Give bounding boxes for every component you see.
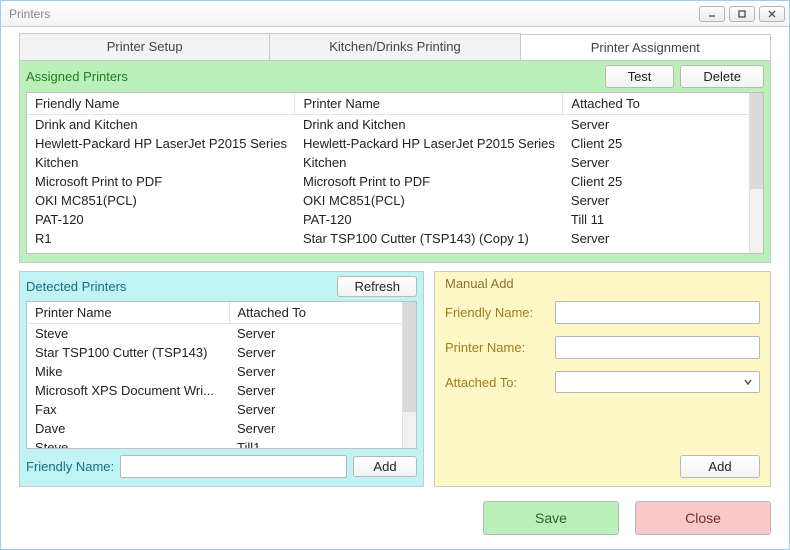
manual-attached-select[interactable] — [555, 371, 760, 393]
assigned-scrollbar[interactable] — [749, 93, 763, 253]
assigned-header-row: Friendly Name Printer Name Attached To — [27, 93, 763, 115]
detected-friendly-input[interactable] — [120, 455, 347, 478]
manual-friendly-row: Friendly Name: — [445, 301, 760, 324]
detected-printers-panel: Detected Printers Refresh Printer Name A… — [19, 271, 424, 487]
assigned-printers-panel: Assigned Printers Test Delete Friendly N… — [19, 60, 771, 263]
manual-printer-row: Printer Name: — [445, 336, 760, 359]
table-row[interactable]: SteveTill1 — [27, 438, 416, 449]
scrollbar-thumb[interactable] — [750, 93, 763, 189]
refresh-button[interactable]: Refresh — [337, 276, 417, 297]
window-title: Printers — [5, 7, 699, 21]
detected-footer: Friendly Name: Add — [26, 455, 417, 478]
col-friendly-name[interactable]: Friendly Name — [27, 93, 295, 115]
col-detected-printer[interactable]: Printer Name — [27, 302, 229, 324]
col-printer-name[interactable]: Printer Name — [295, 93, 563, 115]
lower-row: Detected Printers Refresh Printer Name A… — [19, 271, 771, 487]
table-row[interactable]: SteveServer — [27, 324, 416, 344]
detected-header-row: Printer Name Attached To — [27, 302, 416, 324]
table-row[interactable]: Microsoft Print to PDFMicrosoft Print to… — [27, 172, 763, 191]
close-button[interactable]: Close — [635, 501, 771, 535]
bottom-buttons: Save Close — [19, 501, 771, 535]
detected-table[interactable]: Printer Name Attached To SteveServer Sta… — [27, 302, 416, 449]
table-row[interactable]: PAT-120PAT-120Till 11 — [27, 210, 763, 229]
table-row[interactable]: Hewlett-Packard HP LaserJet P2015 Series… — [27, 134, 763, 153]
manual-footer: Add — [445, 455, 760, 478]
table-row[interactable]: Drink and KitchenDrink and KitchenServer — [27, 115, 763, 135]
manual-printer-input[interactable] — [555, 336, 760, 359]
tab-bar: Printer Setup Kitchen/Drinks Printing Pr… — [19, 33, 771, 60]
detected-header: Detected Printers Refresh — [26, 276, 417, 297]
manual-add-panel: Manual Add Friendly Name: Printer Name: … — [434, 271, 771, 487]
detected-friendly-label: Friendly Name: — [26, 459, 114, 474]
tab-printer-setup[interactable]: Printer Setup — [19, 33, 270, 60]
manual-attached-row: Attached To: — [445, 371, 760, 393]
content-area: Printer Setup Kitchen/Drinks Printing Pr… — [1, 27, 789, 549]
table-row[interactable]: Star TSP100 Cutter (TSP143)Server — [27, 343, 416, 362]
table-row[interactable]: FaxServer — [27, 400, 416, 419]
manual-label: Manual Add — [445, 276, 760, 291]
table-row[interactable]: KitchenKitchenServer — [27, 153, 763, 172]
test-button[interactable]: Test — [605, 65, 675, 88]
col-attached-to[interactable]: Attached To — [563, 93, 763, 115]
titlebar: Printers — [1, 1, 789, 27]
window-controls — [699, 6, 785, 22]
manual-friendly-label: Friendly Name: — [445, 305, 545, 320]
tab-kitchen-drinks[interactable]: Kitchen/Drinks Printing — [270, 33, 520, 60]
maximize-button[interactable] — [729, 6, 755, 22]
tab-printer-assignment[interactable]: Printer Assignment — [521, 34, 771, 61]
table-row[interactable]: OKI MC851(PCL)OKI MC851(PCL)Server — [27, 191, 763, 210]
table-row[interactable]: Microsoft XPS Document Wri...Server — [27, 381, 416, 400]
table-row[interactable]: DaveServer — [27, 419, 416, 438]
assigned-table-wrap: Friendly Name Printer Name Attached To D… — [26, 92, 764, 254]
detected-table-wrap: Printer Name Attached To SteveServer Sta… — [26, 301, 417, 449]
detected-label: Detected Printers — [26, 279, 337, 294]
scrollbar-thumb[interactable] — [403, 302, 416, 412]
table-row[interactable]: R1Star TSP100 Cutter (TSP143) (Copy 1)Se… — [27, 229, 763, 248]
assigned-table[interactable]: Friendly Name Printer Name Attached To D… — [27, 93, 763, 248]
assigned-label: Assigned Printers — [26, 69, 605, 84]
detected-scrollbar[interactable] — [402, 302, 416, 448]
manual-friendly-input[interactable] — [555, 301, 760, 324]
table-row[interactable]: MikeServer — [27, 362, 416, 381]
window: Printers Printer Setup Kitchen/Drinks Pr… — [0, 0, 790, 550]
delete-button[interactable]: Delete — [680, 65, 764, 88]
col-detected-attached[interactable]: Attached To — [229, 302, 415, 324]
manual-add-button[interactable]: Add — [680, 455, 760, 478]
chevron-down-icon — [743, 375, 753, 390]
close-window-button[interactable] — [759, 6, 785, 22]
detected-add-button[interactable]: Add — [353, 456, 417, 477]
manual-attached-label: Attached To: — [445, 375, 545, 390]
save-button[interactable]: Save — [483, 501, 619, 535]
manual-printer-label: Printer Name: — [445, 340, 545, 355]
assigned-header: Assigned Printers Test Delete — [26, 65, 764, 88]
minimize-button[interactable] — [699, 6, 725, 22]
